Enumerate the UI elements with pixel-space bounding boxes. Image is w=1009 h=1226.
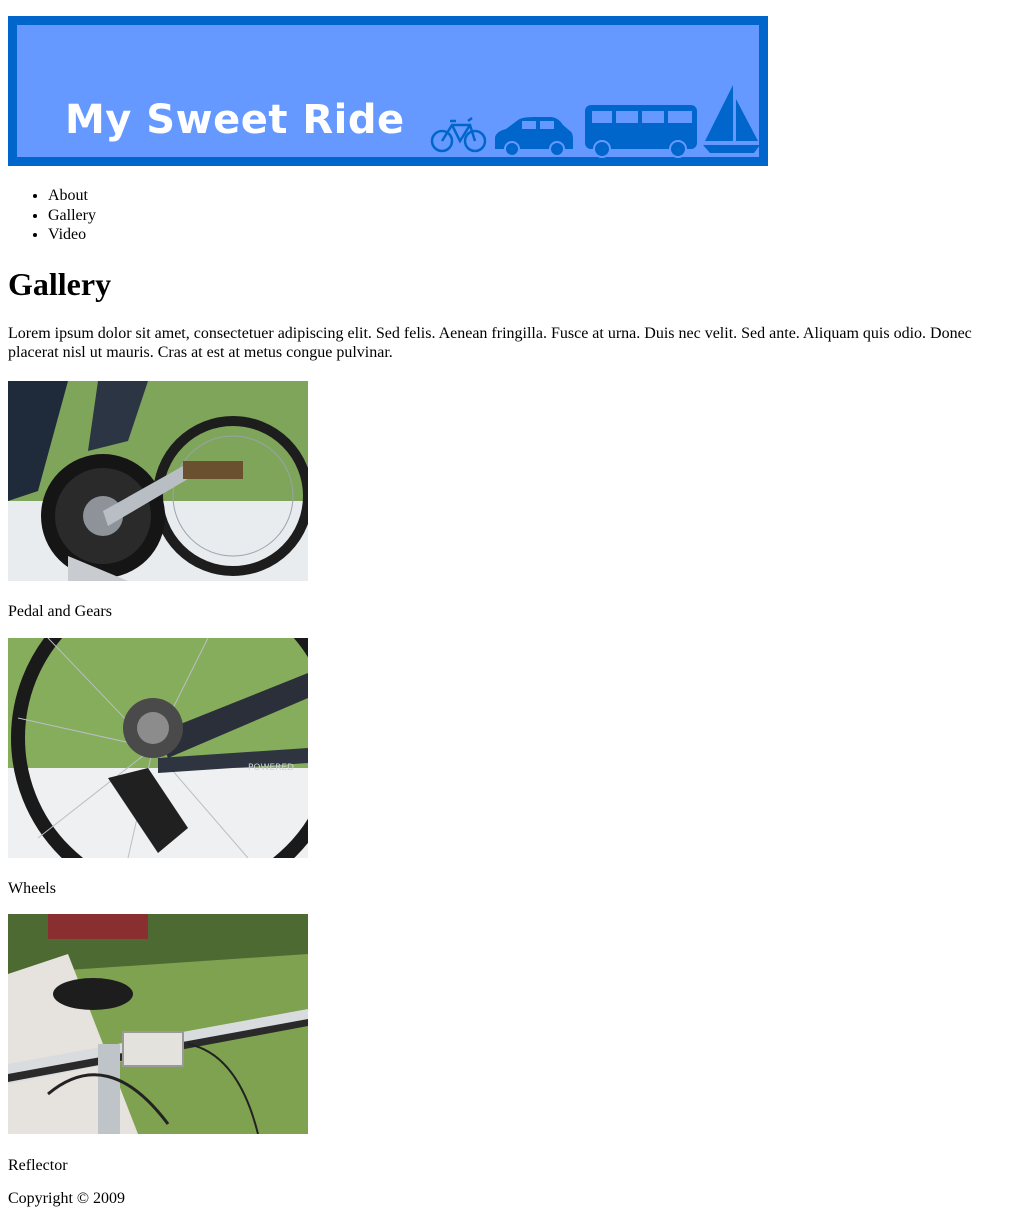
banner-inner: My Sweet Ride bbox=[17, 25, 760, 158]
nav-link-video[interactable]: Video bbox=[48, 226, 86, 243]
intro-paragraph: Lorem ipsum dolor sit amet, consectetuer… bbox=[8, 325, 972, 361]
main-nav: About Gallery Video bbox=[8, 186, 96, 245]
page-heading: Gallery bbox=[8, 266, 112, 302]
sailboat-icon bbox=[703, 85, 760, 153]
gallery-caption: Reflector bbox=[8, 1157, 68, 1174]
header-banner: My Sweet Ride bbox=[8, 16, 768, 166]
page: My Sweet Ride • About • Gallery • Video … bbox=[8, 16, 1001, 1207]
nav-link-about[interactable]: About bbox=[48, 187, 88, 204]
gallery-photo-pedal-and-gears bbox=[8, 381, 308, 581]
nav-item-about: About bbox=[48, 186, 96, 206]
site-title: My Sweet Ride bbox=[65, 97, 405, 143]
gallery-photo-reflector bbox=[8, 914, 308, 1134]
transport-icons bbox=[430, 85, 765, 165]
svg-text:POWERED: POWERED bbox=[248, 763, 294, 773]
nav-item-gallery: Gallery bbox=[48, 206, 96, 226]
gallery-caption: Pedal and Gears bbox=[8, 603, 112, 620]
gallery-photo-wheels: POWERED bbox=[8, 638, 308, 858]
gallery-caption: Wheels bbox=[8, 880, 56, 897]
nav-item-video: Video bbox=[48, 225, 96, 245]
footer-copyright: Copyright © 2009 bbox=[8, 1190, 126, 1207]
bus-icon bbox=[585, 105, 697, 158]
bicycle-icon bbox=[430, 117, 487, 153]
nav-link-gallery[interactable]: Gallery bbox=[48, 207, 96, 224]
car-icon bbox=[495, 117, 573, 157]
